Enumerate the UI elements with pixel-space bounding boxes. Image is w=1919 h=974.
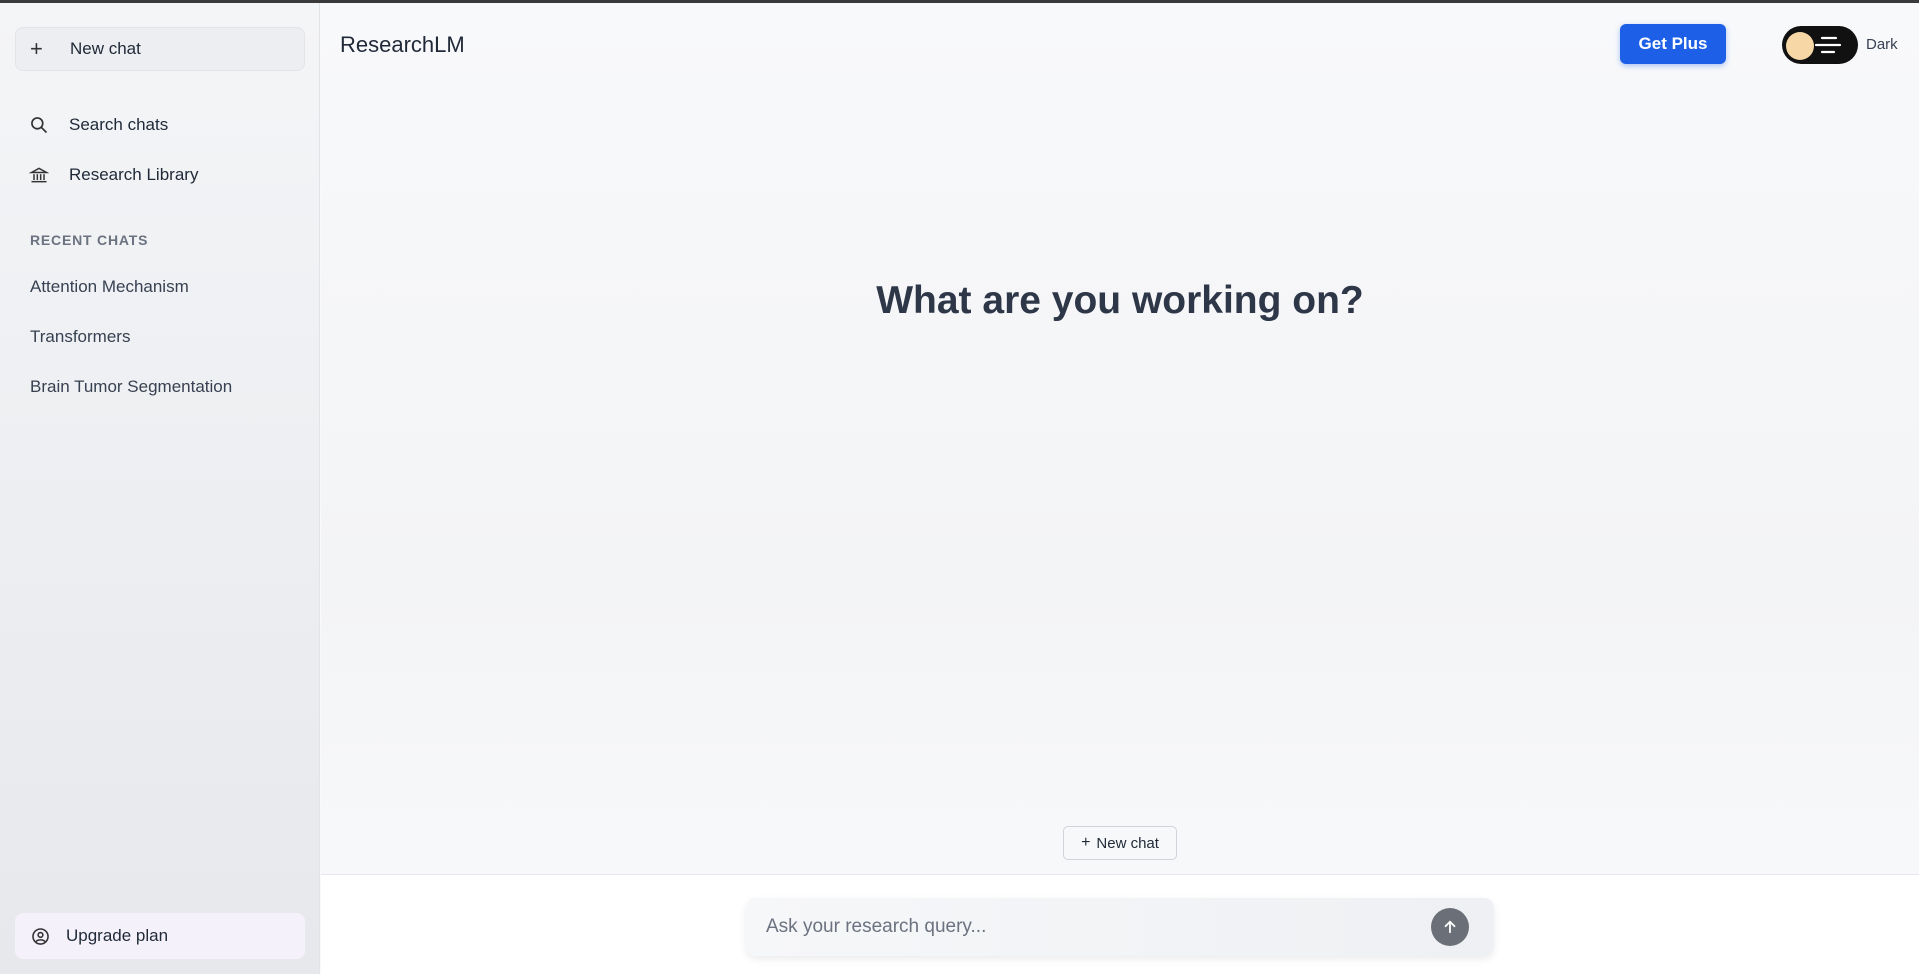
library-icon	[29, 167, 49, 183]
app-brand: ResearchLM	[340, 32, 465, 57]
sidebar-item-label: Research Library	[69, 165, 199, 184]
new-chat-small-button[interactable]: + New chat	[1063, 826, 1177, 860]
arrow-up-icon	[1444, 920, 1456, 934]
recent-chat-item[interactable]: Brain Tumor Segmentation	[30, 377, 232, 397]
research-query-input[interactable]	[766, 910, 1416, 944]
upgrade-plan-label: Upgrade plan	[66, 926, 169, 945]
recent-chat-item[interactable]: Transformers	[30, 327, 130, 347]
new-chat-small-label: New chat	[1096, 834, 1159, 852]
get-plus-button[interactable]: Get Plus	[1620, 24, 1726, 64]
recent-chat-item[interactable]: Attention Mechanism	[30, 277, 189, 297]
theme-label: Dark	[1866, 36, 1898, 53]
sidebar-item-search[interactable]: Search chats	[15, 105, 305, 145]
menu-lines-icon	[1814, 36, 1842, 54]
hero-title: What are you working on?	[876, 279, 1364, 322]
upgrade-plan-button[interactable]: Upgrade plan	[15, 913, 305, 959]
theme-toggle[interactable]	[1782, 26, 1858, 64]
recent-chats-heading: RECENT CHATS	[30, 232, 149, 248]
new-chat-label: New chat	[70, 39, 141, 58]
user-circle-icon	[32, 927, 49, 945]
sidebar-item-library[interactable]: Research Library	[15, 155, 305, 195]
composer-area	[321, 874, 1919, 974]
new-chat-button[interactable]: + New chat	[15, 27, 305, 71]
plus-icon: +	[30, 36, 43, 61]
sidebar: + New chat Search chats Research Library…	[0, 3, 320, 974]
search-icon	[31, 117, 48, 134]
plus-icon: +	[1081, 834, 1091, 851]
window-top-border	[0, 0, 1919, 3]
toggle-knob	[1786, 32, 1814, 60]
composer	[746, 898, 1494, 956]
main-panel: ResearchLM Get Plus Dark What are you wo…	[321, 3, 1919, 974]
sidebar-item-label: Search chats	[69, 115, 169, 134]
send-button[interactable]	[1431, 908, 1469, 946]
